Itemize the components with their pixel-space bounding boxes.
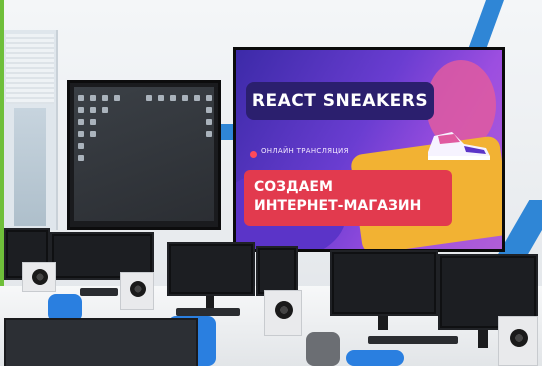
banner-title: REACT SNEAKERS <box>246 82 434 120</box>
desktop-icon <box>78 119 84 125</box>
sneaker-icon <box>428 132 490 160</box>
desktop-icon <box>90 119 96 125</box>
desktop-icon <box>182 95 188 101</box>
office-chair <box>346 350 404 366</box>
pc-case <box>498 316 538 366</box>
live-indicator <box>250 151 257 158</box>
monitor-stand <box>206 296 214 308</box>
desktop-icon <box>114 95 120 101</box>
left-display <box>67 80 221 230</box>
desktop-icon <box>102 95 108 101</box>
desktop-icon <box>206 95 212 101</box>
desktop-icon <box>78 107 84 113</box>
right-display: REACT SNEAKERS ОНЛАЙН ТРАНСЛЯЦИЯ СОЗДАЕМ… <box>233 47 505 252</box>
desktop-icon <box>102 107 108 113</box>
pc-case <box>22 262 56 292</box>
desktop-icon <box>78 95 84 101</box>
window-glass <box>14 108 46 226</box>
desktop-icon <box>78 155 84 161</box>
desktop-icon <box>206 119 212 125</box>
desktop-icon <box>170 95 176 101</box>
desktop-icon <box>78 131 84 137</box>
desktop-icon <box>206 131 212 137</box>
workstation-monitor <box>330 250 438 316</box>
desktop-icon <box>194 95 200 101</box>
keyboard <box>368 336 458 344</box>
banner-headline: СОЗДАЕМ ИНТЕРНЕТ-МАГАЗИН <box>244 170 452 226</box>
desktop-icon <box>146 95 152 101</box>
desktop-icon <box>90 107 96 113</box>
keyboard <box>176 308 240 316</box>
monitor-stand <box>378 316 388 330</box>
foreground-monitor <box>4 318 198 366</box>
workstation-monitor <box>256 246 298 296</box>
headline-line-1: СОЗДАЕМ <box>254 179 333 195</box>
monitor-stand <box>478 330 488 348</box>
promo-banner: REACT SNEAKERS ОНЛАЙН ТРАНСЛЯЦИЯ СОЗДАЕМ… <box>236 50 502 249</box>
photo-scene: REACT SNEAKERS ОНЛАЙН ТРАНСЛЯЦИЯ СОЗДАЕМ… <box>0 0 542 366</box>
workstation-monitor <box>167 242 255 296</box>
headline-line-2: ИНТЕРНЕТ-МАГАЗИН <box>254 198 422 214</box>
keyboard <box>80 288 118 296</box>
desktop-icon <box>90 95 96 101</box>
desktop-icon <box>90 131 96 137</box>
desktop-screen <box>74 87 214 221</box>
desktop-icon <box>206 107 212 113</box>
office-chair <box>306 332 340 366</box>
live-label: ОНЛАЙН ТРАНСЛЯЦИЯ <box>261 147 349 155</box>
pc-case <box>120 272 154 310</box>
window-blind <box>6 34 54 104</box>
pc-case <box>264 290 302 336</box>
desktop-icon <box>78 143 84 149</box>
desktop-icon <box>158 95 164 101</box>
